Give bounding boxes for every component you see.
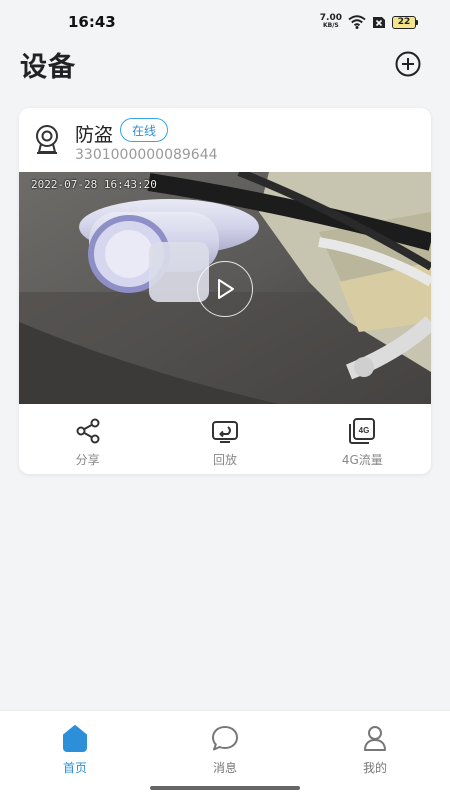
plus-circle-icon[interactable]	[394, 50, 422, 78]
play-button[interactable]	[197, 261, 253, 317]
status-icons: 7.00 KB/S 22	[320, 14, 418, 30]
header: 设备	[0, 44, 450, 84]
video-preview[interactable]: 2022-07-28 16:43:20	[19, 172, 431, 404]
device-actions: 分享 回放 4G 4G流量	[19, 404, 431, 474]
device-name: 防盗	[75, 124, 114, 146]
share-icon	[76, 418, 100, 444]
status-badge: 在线	[120, 118, 169, 142]
nav-item-profile[interactable]: 我的	[300, 711, 450, 800]
device-id: 3301000000089644	[75, 147, 218, 163]
battery-level: 22	[392, 15, 416, 29]
nav-label-messages: 消息	[212, 761, 237, 775]
net-speed: 7.00 KB/S	[320, 14, 342, 30]
profile-icon	[364, 726, 386, 751]
status-time: 16:43	[68, 13, 116, 31]
nav-label-home: 首页	[62, 761, 87, 775]
share-button[interactable]: 分享	[19, 404, 156, 474]
device-card-header[interactable]: 防盗 在线 3301000000089644	[19, 108, 431, 172]
status-bar: 16:43 7.00 KB/S 22	[0, 0, 450, 44]
video-timestamp: 2022-07-28 16:43:20	[31, 178, 157, 191]
playback-button[interactable]: 回放	[156, 404, 293, 474]
play-icon	[218, 279, 234, 299]
message-icon	[212, 726, 238, 751]
camera-icon	[36, 125, 58, 154]
4g-data-button[interactable]: 4G 4G流量	[294, 404, 431, 474]
sim-x-icon	[373, 17, 385, 28]
device-card[interactable]: 防盗 在线 3301000000089644 2022-07-28 16:43:…	[19, 108, 431, 474]
wifi-icon	[348, 15, 366, 29]
page-title: 设备	[20, 51, 76, 83]
net-speed-unit: KB/S	[323, 22, 339, 29]
playback-icon	[211, 421, 238, 443]
net-speed-value: 7.00	[319, 13, 342, 23]
4g-icon-text: 4G	[359, 426, 370, 435]
4g-data-label: 4G流量	[341, 453, 383, 467]
nav-item-home[interactable]: 首页	[0, 711, 150, 800]
home-indicator[interactable]	[150, 786, 300, 790]
battery-icon: 22	[392, 15, 418, 29]
share-label: 分享	[75, 453, 100, 467]
4g-data-icon: 4G	[349, 418, 376, 444]
playback-label: 回放	[212, 453, 237, 467]
nav-label-profile: 我的	[362, 761, 387, 775]
home-icon	[63, 725, 87, 752]
